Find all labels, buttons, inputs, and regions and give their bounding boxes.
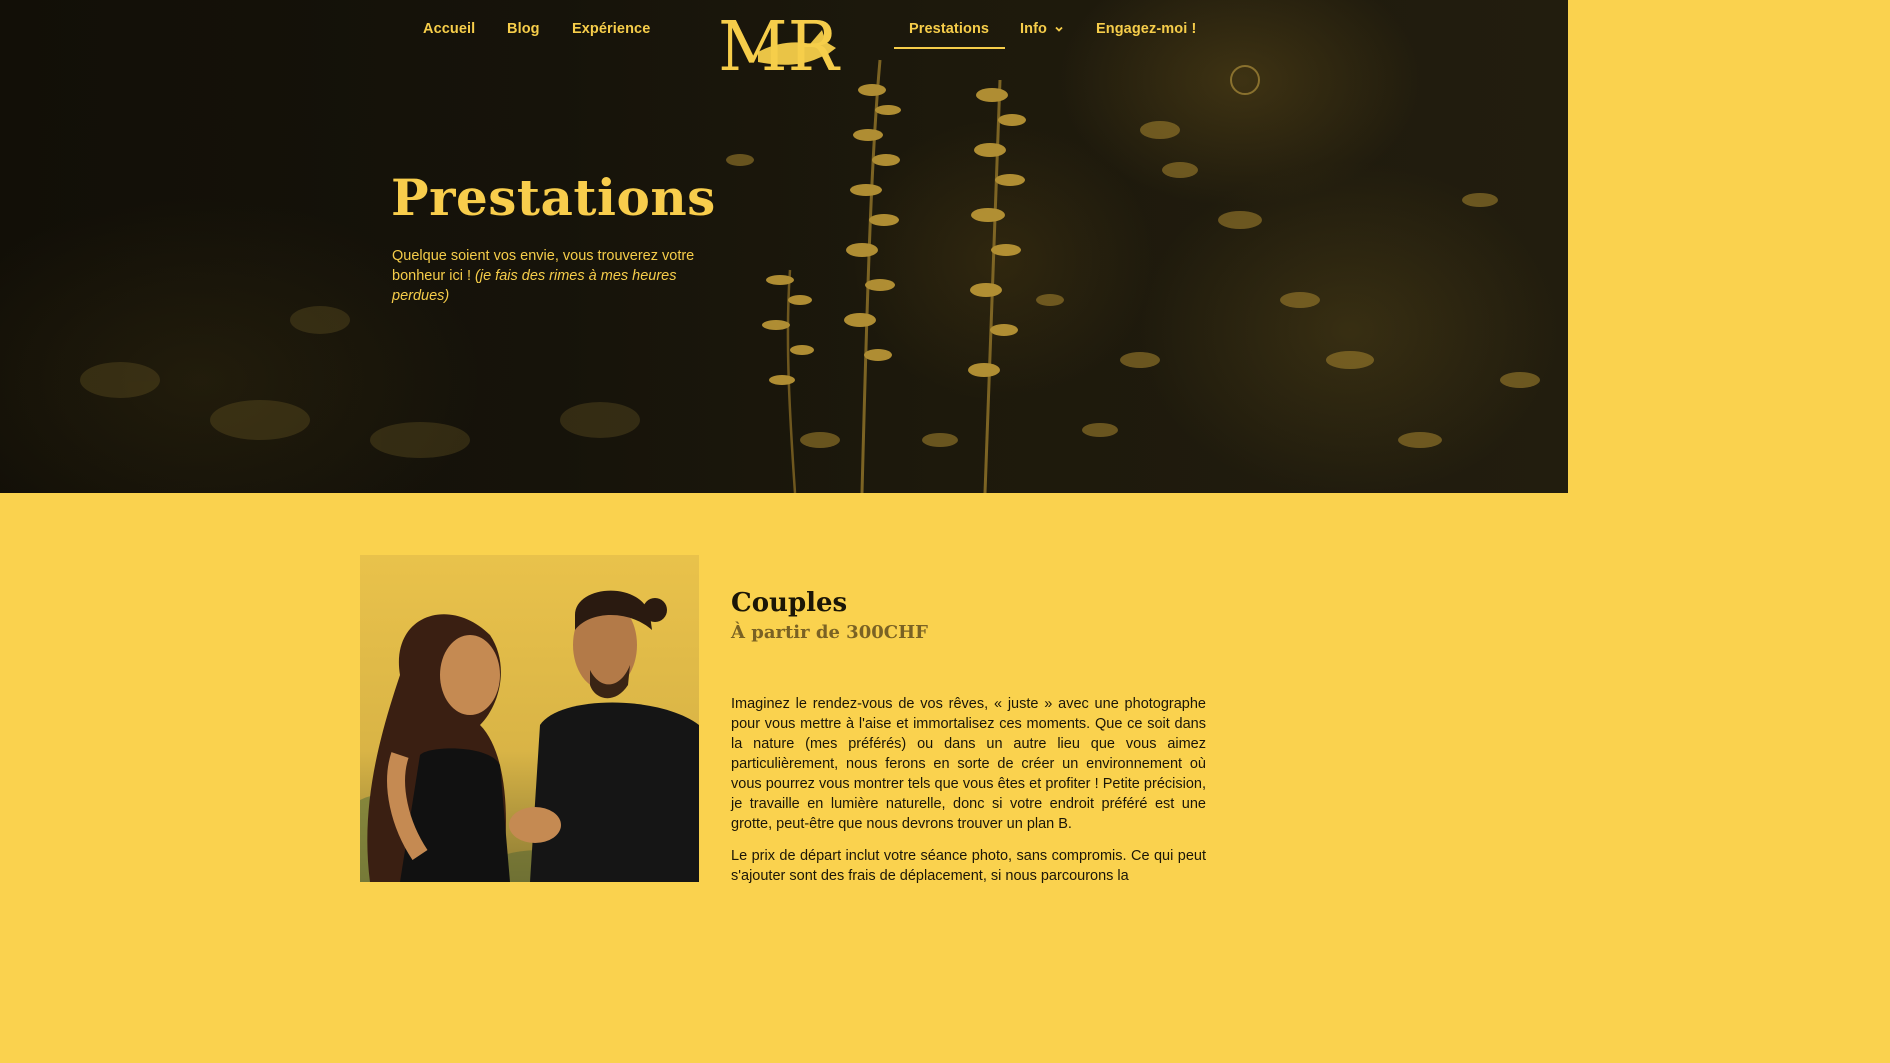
main-navigation: Accueil Blog Expérience MR Prestations I… <box>0 0 1568 87</box>
nav-link-experience[interactable]: Expérience <box>572 21 650 37</box>
hero-banner: Accueil Blog Expérience MR Prestations I… <box>0 0 1568 493</box>
nav-link-blog[interactable]: Blog <box>507 21 540 37</box>
site-logo[interactable]: MR <box>718 8 842 87</box>
fox-logo-icon: MR <box>718 8 841 87</box>
section-title: Couples <box>731 588 848 618</box>
section-paragraph-2: Le prix de départ inclut votre séance ph… <box>731 848 1206 884</box>
section-price: À partir de 300CHF <box>731 622 928 643</box>
nav-link-info[interactable]: Info <box>1020 21 1047 37</box>
couple-photo <box>360 555 699 882</box>
page-title: Prestations <box>391 168 716 227</box>
section-paragraph-1: Imaginez le rendez-vous de vos rêves, « … <box>731 696 1206 832</box>
nav-link-engagez-moi[interactable]: Engagez-moi ! <box>1096 21 1196 37</box>
nav-link-accueil[interactable]: Accueil <box>423 21 475 37</box>
hero-subtitle: Quelque soient vos envie, vous trouverez… <box>392 246 722 306</box>
chevron-down-icon[interactable] <box>1054 24 1064 34</box>
active-nav-indicator <box>894 47 1005 49</box>
nav-link-prestations[interactable]: Prestations <box>909 21 989 37</box>
